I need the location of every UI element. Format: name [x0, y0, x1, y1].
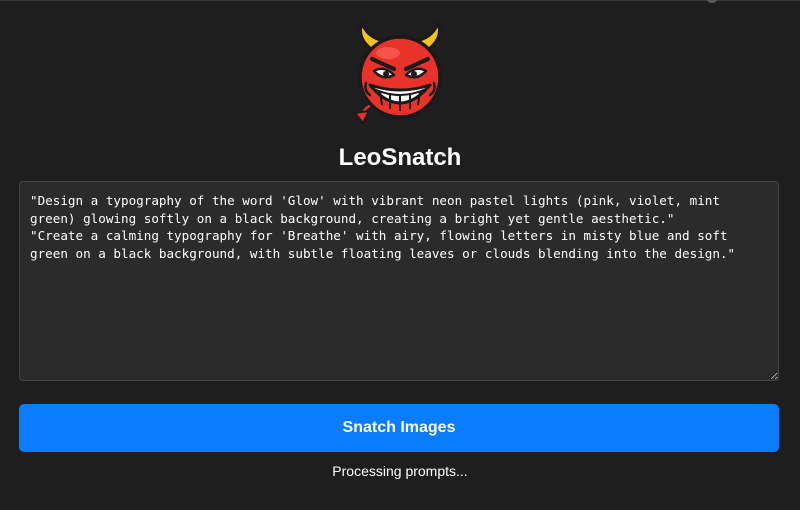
- devil-emoji-icon: [354, 21, 442, 124]
- app-window: LeoSnatch Snatch Images Processing promp…: [0, 0, 800, 510]
- window-edge-indicator: [706, 0, 718, 3]
- prompt-textarea[interactable]: [19, 181, 779, 381]
- status-text: Processing prompts...: [332, 463, 468, 479]
- app-title: LeoSnatch: [338, 144, 462, 171]
- snatch-images-button[interactable]: Snatch Images: [19, 404, 779, 452]
